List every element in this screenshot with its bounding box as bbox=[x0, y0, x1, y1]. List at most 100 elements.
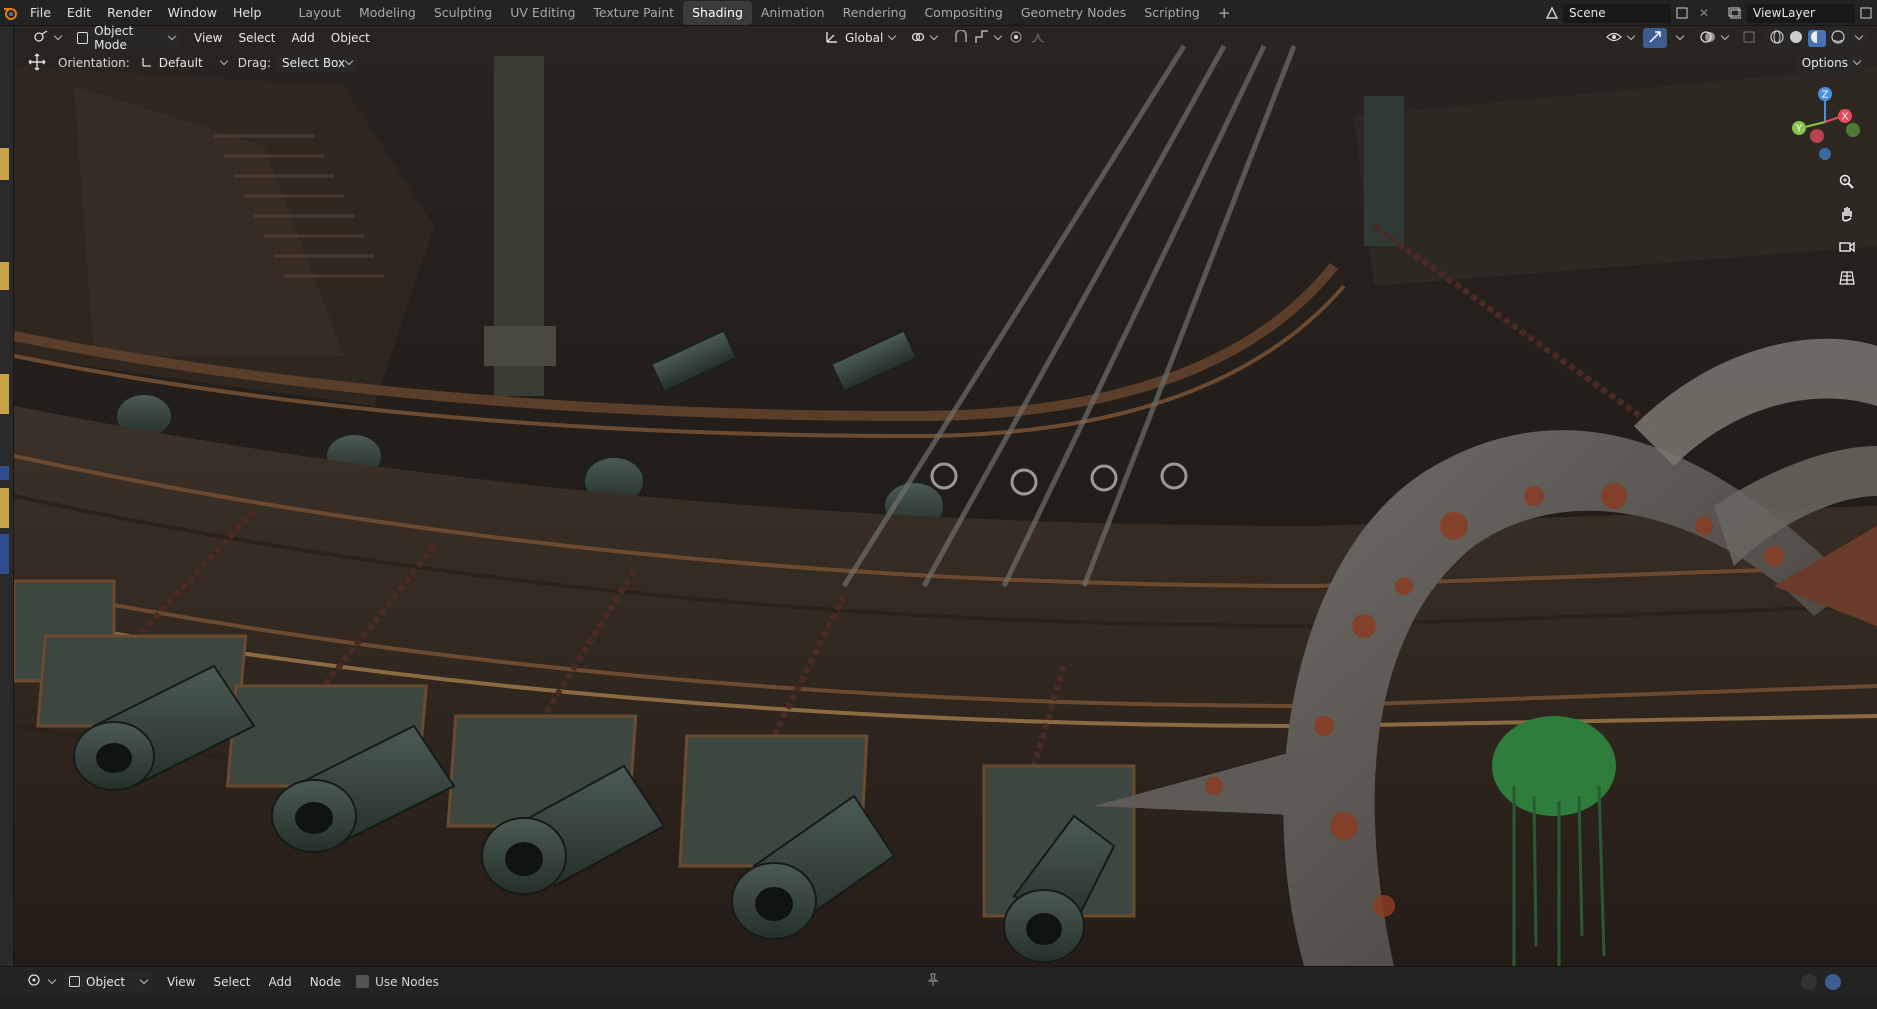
hand-pan-icon[interactable] bbox=[1835, 202, 1859, 226]
new-view-layer-icon[interactable] bbox=[1855, 7, 1877, 19]
view-layer-icon[interactable] bbox=[1721, 6, 1747, 20]
grid-ortho-icon[interactable] bbox=[1835, 266, 1859, 290]
orientation-label: Orientation: bbox=[58, 56, 130, 70]
edge-marker bbox=[0, 262, 9, 290]
orientation-value: Default bbox=[158, 56, 203, 70]
editor-type-button[interactable] bbox=[28, 28, 66, 48]
menu-help[interactable]: Help bbox=[225, 1, 270, 25]
tab-scripting[interactable]: Scripting bbox=[1135, 1, 1209, 25]
falloff-icon bbox=[1031, 30, 1045, 47]
node-menu-add[interactable]: Add bbox=[260, 975, 301, 989]
drag-dropdown[interactable]: Select Box bbox=[276, 53, 357, 73]
zoom-icon[interactable] bbox=[1835, 170, 1859, 194]
scene-selectors: Scene ✕ ViewLayer bbox=[1541, 0, 1877, 26]
menu-file[interactable]: File bbox=[22, 1, 59, 25]
object-mode-icon bbox=[77, 32, 89, 44]
chevron-down-icon bbox=[888, 31, 897, 41]
options-label: Options bbox=[1801, 56, 1848, 70]
scene-icon[interactable] bbox=[1541, 6, 1563, 20]
proportional-edit-toggle[interactable] bbox=[1004, 28, 1050, 48]
chevron-down-icon[interactable] bbox=[1854, 31, 1864, 41]
transform-orientation-dropdown[interactable]: Global bbox=[820, 28, 900, 48]
tool-settings-row: Orientation: Default Drag: Select Box bbox=[14, 51, 357, 75]
tab-uv-editing[interactable]: UV Editing bbox=[501, 1, 584, 25]
gizmo-icon[interactable] bbox=[1825, 973, 1841, 990]
menu-add[interactable]: Add bbox=[284, 31, 323, 45]
edge-marker bbox=[0, 148, 9, 180]
mode-dropdown[interactable]: Object Mode bbox=[72, 24, 180, 52]
solid-shading-icon[interactable] bbox=[1789, 30, 1803, 47]
menu-edit[interactable]: Edit bbox=[59, 1, 99, 25]
shader-type-dropdown[interactable]: Object bbox=[64, 971, 152, 992]
remove-scene-icon[interactable]: ✕ bbox=[1693, 6, 1715, 20]
orientation-label: Global bbox=[845, 31, 884, 45]
pivot-icon bbox=[911, 30, 925, 47]
menu-render[interactable]: Render bbox=[99, 1, 160, 25]
orientation-dropdown[interactable]: Default bbox=[136, 53, 232, 73]
chevron-down-icon bbox=[47, 975, 57, 984]
use-nodes-label: Use Nodes bbox=[375, 974, 439, 989]
ship-render bbox=[14, 26, 1877, 966]
tab-modeling[interactable]: Modeling bbox=[350, 1, 425, 25]
move-tool-icon[interactable] bbox=[28, 53, 46, 74]
gizmo-x-label: X bbox=[1842, 112, 1849, 123]
gizmo-toggle[interactable] bbox=[1643, 28, 1667, 48]
use-nodes-toggle[interactable]: Use Nodes bbox=[356, 975, 439, 989]
drag-label: Drag: bbox=[237, 56, 271, 70]
workspace-tabs: Layout Modeling Sculpting UV Editing Tex… bbox=[289, 0, 1240, 25]
viewport-nav-tools bbox=[1835, 170, 1859, 290]
xray-toggle[interactable] bbox=[1737, 28, 1761, 48]
snap-toggle[interactable] bbox=[948, 28, 1006, 48]
pin-icon[interactable] bbox=[926, 973, 940, 990]
editor-type-icon bbox=[33, 29, 49, 47]
pivot-dropdown[interactable] bbox=[906, 28, 942, 48]
overlay-toggle[interactable] bbox=[1695, 28, 1733, 48]
viewport-header-right bbox=[1601, 28, 1867, 48]
menu-view[interactable]: View bbox=[186, 31, 230, 45]
chevron-down-icon bbox=[1720, 31, 1730, 41]
toolbar-edge bbox=[0, 26, 14, 966]
new-scene-icon[interactable] bbox=[1671, 7, 1693, 19]
navigation-gizmo[interactable]: Z Y X bbox=[1787, 84, 1863, 160]
tab-animation[interactable]: Animation bbox=[752, 1, 834, 25]
tab-layout[interactable]: Layout bbox=[289, 1, 350, 25]
node-menu-node[interactable]: Node bbox=[301, 975, 350, 989]
wireframe-shading-icon[interactable] bbox=[1770, 29, 1784, 47]
tab-compositing[interactable]: Compositing bbox=[915, 1, 1011, 25]
add-workspace-button[interactable]: + bbox=[1209, 1, 1240, 25]
tab-geometry-nodes[interactable]: Geometry Nodes bbox=[1012, 1, 1135, 25]
chevron-down-icon bbox=[929, 31, 939, 41]
proportional-icon bbox=[1009, 30, 1023, 47]
chevron-down-icon bbox=[993, 31, 1003, 41]
menu-object[interactable]: Object bbox=[323, 31, 378, 45]
node-editor-type-button[interactable] bbox=[22, 972, 60, 992]
edge-marker bbox=[0, 374, 9, 414]
view-layer-field[interactable]: ViewLayer bbox=[1747, 3, 1855, 23]
chevron-down-icon bbox=[219, 56, 229, 66]
options-dropdown[interactable]: Options bbox=[1796, 53, 1865, 73]
scene-field[interactable]: Scene bbox=[1563, 3, 1671, 23]
material-shading-icon[interactable] bbox=[1808, 29, 1826, 47]
tab-rendering[interactable]: Rendering bbox=[834, 1, 916, 25]
3d-viewport[interactable] bbox=[14, 26, 1877, 966]
tab-texture-paint[interactable]: Texture Paint bbox=[584, 1, 683, 25]
status-bar bbox=[0, 996, 1877, 1009]
tab-sculpting[interactable]: Sculpting bbox=[425, 1, 501, 25]
scene-name: Scene bbox=[1569, 6, 1606, 20]
tab-shading[interactable]: Shading bbox=[683, 0, 752, 25]
visibility-dropdown[interactable] bbox=[1601, 28, 1639, 48]
object-icon bbox=[69, 976, 80, 987]
node-menu-view[interactable]: View bbox=[158, 975, 204, 989]
edge-marker bbox=[0, 534, 9, 574]
camera-icon[interactable] bbox=[1835, 234, 1859, 258]
blender-logo-icon[interactable] bbox=[0, 3, 20, 23]
visibility-icon bbox=[1606, 30, 1622, 47]
chevron-down-icon[interactable] bbox=[1675, 31, 1685, 41]
rendered-shading-icon[interactable] bbox=[1831, 29, 1845, 47]
use-nodes-checkbox[interactable] bbox=[356, 975, 370, 988]
overlay-icon[interactable] bbox=[1801, 973, 1817, 990]
node-menu-select[interactable]: Select bbox=[204, 975, 259, 989]
menu-window[interactable]: Window bbox=[160, 1, 225, 25]
menu-select[interactable]: Select bbox=[230, 31, 283, 45]
mode-label: Object Mode bbox=[94, 24, 134, 52]
